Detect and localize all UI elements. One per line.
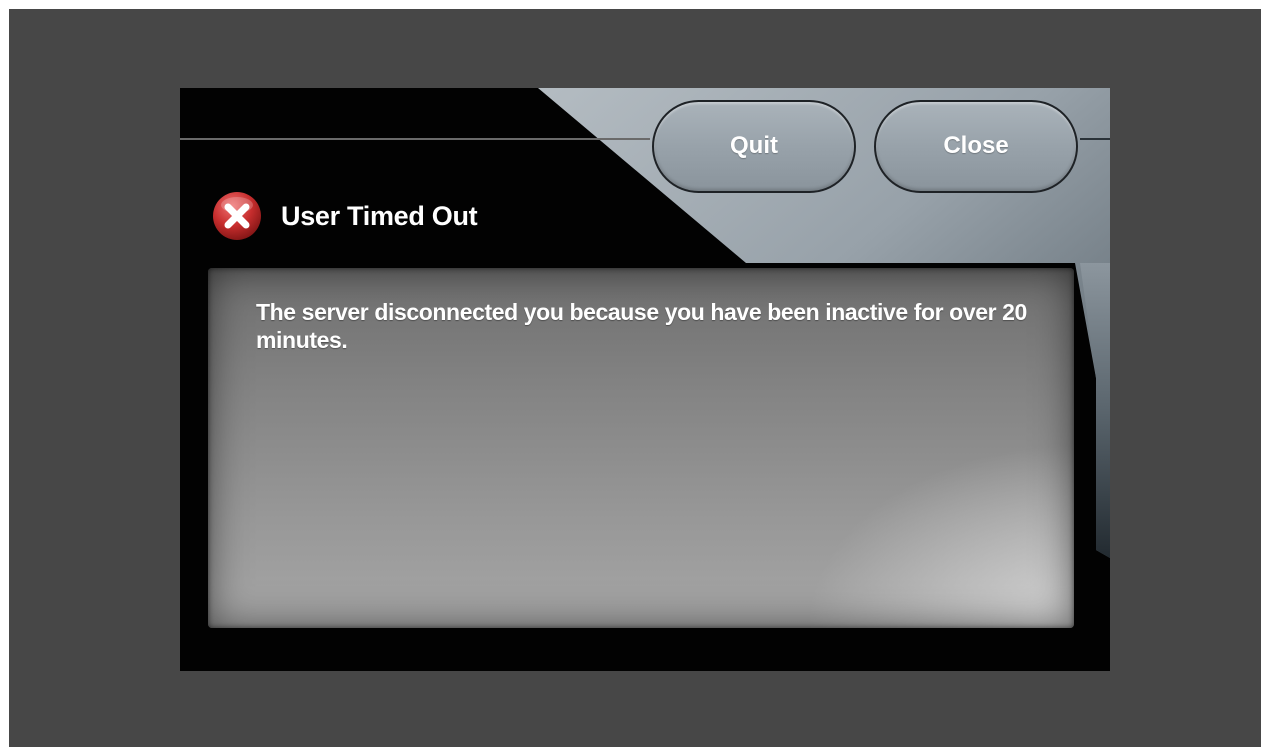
timeout-dialog: Quit Close User Timed Out The server dis…	[180, 88, 1110, 671]
close-button-label: Close	[943, 132, 1009, 159]
close-button[interactable]: Close	[874, 100, 1078, 193]
message-text: The server disconnected you because you …	[256, 299, 1027, 353]
dialog-title: User Timed Out	[281, 200, 478, 231]
dialog-header: User Timed Out	[212, 191, 478, 241]
quit-button-label: Quit	[730, 132, 778, 159]
message-panel: The server disconnected you because you …	[208, 268, 1074, 628]
quit-button[interactable]: Quit	[652, 100, 856, 193]
error-x-icon	[213, 192, 261, 240]
